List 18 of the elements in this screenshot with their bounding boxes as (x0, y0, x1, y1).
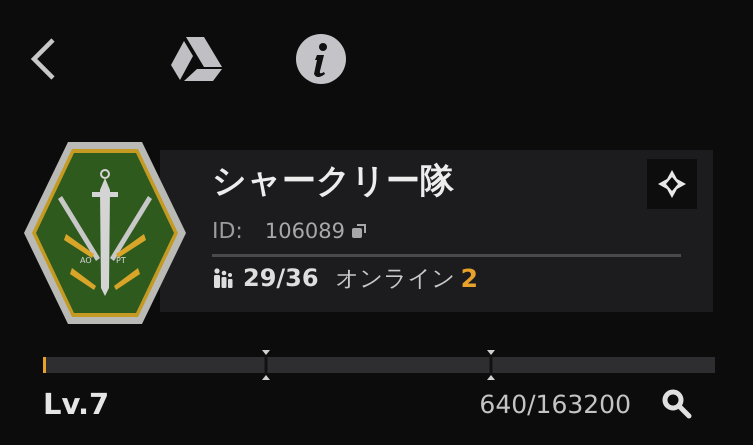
copy-icon[interactable] (351, 223, 368, 239)
search-icon[interactable] (661, 388, 693, 420)
level-label: Lv.7 (43, 387, 110, 421)
info-icon[interactable] (295, 33, 347, 85)
tier-marker-icon (486, 350, 496, 380)
four-point-star-icon (657, 169, 687, 199)
tier-marker-icon (261, 350, 271, 380)
members-icon (212, 267, 234, 289)
locate-button[interactable] (647, 159, 697, 209)
back-icon[interactable] (29, 37, 57, 81)
online-count: 2 (460, 264, 478, 292)
member-count: 29/36 (243, 264, 319, 292)
triangle-logo-icon[interactable] (168, 35, 224, 83)
id-label: ID: (212, 218, 243, 244)
online-label: オンライン (336, 264, 456, 294)
clan-id: 106089 (264, 219, 346, 243)
clan-name: シャークリー隊 (212, 160, 454, 203)
experience-reading: 640/163200 (479, 390, 631, 418)
